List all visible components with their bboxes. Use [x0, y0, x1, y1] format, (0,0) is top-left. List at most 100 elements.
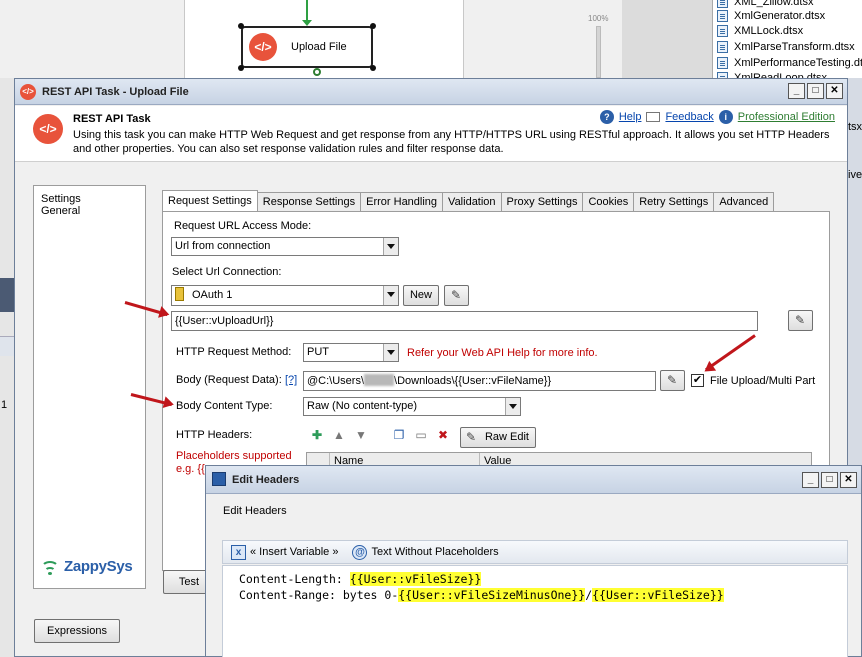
chevron-down-icon: [383, 238, 398, 255]
background-text: tsx: [848, 121, 862, 133]
tab-error-handling[interactable]: Error Handling: [360, 192, 444, 212]
edit-headers-titlebar[interactable]: Edit Headers _ □ ✕: [206, 466, 861, 494]
body-help-link[interactable]: [?]: [285, 374, 297, 386]
expressions-button[interactable]: Expressions: [34, 619, 120, 643]
panel-splitter: [622, 0, 712, 78]
edit-connection-button[interactable]: [444, 285, 469, 306]
explorer-file[interactable]: XmlPerformanceTesting.dtsx: [717, 55, 862, 71]
tree-item-general[interactable]: General: [41, 205, 80, 217]
placeholder-highlight: {{User::vFileSizeMinusOne}}: [398, 588, 586, 602]
rest-api-logo-icon: </>: [33, 114, 63, 144]
content-type-select[interactable]: Raw (No content-type): [303, 397, 521, 416]
headers-toolbar: ✚ ▲ ▼ ❐ ▭ ✖: [309, 427, 451, 443]
close-button[interactable]: ✕: [826, 83, 843, 99]
help-icon: ?: [599, 110, 614, 124]
url-access-mode-select[interactable]: Url from connection: [171, 237, 399, 256]
url-input[interactable]: {{User::vUploadUrl}}: [171, 311, 758, 331]
precedence-arrow: [302, 0, 312, 26]
tab-cookies[interactable]: Cookies: [582, 192, 635, 212]
editor-toolbar: x « Insert Variable » @ Text Without Place…: [222, 540, 848, 564]
maximize-button[interactable]: □: [821, 472, 838, 488]
dtsx-file-icon: [717, 25, 728, 37]
window-icon: [212, 472, 226, 486]
upload-file-task[interactable]: </> Upload File: [241, 26, 373, 68]
tab-request-settings[interactable]: Request Settings: [162, 190, 258, 212]
settings-tree: Settings General ZappySys: [33, 185, 146, 589]
file-upload-label: File Upload/Multi Part: [710, 375, 816, 387]
dialog-header: </> REST API Task Using this task you ca…: [15, 106, 847, 162]
placeholder-highlight: {{User::vFileSize}}: [592, 588, 724, 602]
header-description: Using this task you can make HTTP Web Re…: [73, 129, 830, 155]
feedback-icon: [646, 112, 661, 122]
explorer-file[interactable]: XmlParseTransform.dtsx: [717, 39, 855, 55]
edition-link[interactable]: Professional Edition: [738, 111, 835, 123]
move-up-icon[interactable]: ▲: [331, 427, 347, 443]
header-title: REST API Task: [73, 113, 151, 125]
feedback-link[interactable]: Feedback: [665, 111, 713, 123]
dtsx-file-icon: [717, 57, 728, 69]
url-access-mode-label: Request URL Access Mode:: [174, 220, 312, 232]
explorer-file[interactable]: XMLLock.dtsx: [717, 23, 803, 39]
body-input[interactable]: @C:\Users\ \Downloads\{{User::vFileName}}: [303, 371, 656, 391]
help-link[interactable]: Help: [619, 111, 642, 123]
http-method-select[interactable]: PUT: [303, 343, 399, 362]
raw-edit-button[interactable]: ✎ Raw Edit: [460, 427, 536, 448]
dtsx-file-icon: [717, 0, 728, 8]
task-label: Upload File: [291, 41, 347, 53]
resize-handle[interactable]: [238, 65, 244, 71]
maximize-button[interactable]: □: [807, 83, 824, 99]
tab-validation[interactable]: Validation: [442, 192, 502, 212]
tab-advanced[interactable]: Advanced: [713, 192, 775, 212]
content-type-label: Body Content Type:: [176, 400, 273, 412]
zoom-slider[interactable]: 100%: [588, 12, 612, 78]
chevron-down-icon: [505, 398, 520, 415]
placeholder-highlight: {{User::vFileSize}}: [349, 572, 482, 586]
tab-retry-settings[interactable]: Retry Settings: [633, 192, 715, 212]
tab-proxy-settings[interactable]: Proxy Settings: [500, 192, 584, 212]
dtsx-file-icon: [717, 41, 728, 53]
edit-headers-title: Edit Headers: [232, 473, 300, 486]
file-upload-checkbox[interactable]: ✔: [691, 374, 704, 387]
background-text: 1: [1, 399, 8, 411]
headers-text-editor[interactable]: Content-Length: {{User::vFileSize}} Cont…: [222, 565, 848, 657]
at-icon: @: [352, 544, 368, 560]
paste-icon[interactable]: ▭: [413, 427, 429, 443]
move-down-icon[interactable]: ▼: [353, 427, 369, 443]
close-button[interactable]: ✕: [840, 472, 857, 488]
zappysys-logo: ZappySys: [40, 558, 133, 575]
text-without-placeholders-button[interactable]: @ Text Without Placeholders: [352, 544, 499, 560]
resize-handle[interactable]: [370, 23, 376, 29]
tab-strip: Request Settings Response Settings Error…: [162, 190, 775, 212]
info-icon: i: [718, 110, 733, 124]
wifi-icon: [40, 559, 60, 575]
url-connection-select[interactable]: OAuth 1: [171, 285, 399, 306]
copy-icon[interactable]: ❐: [391, 427, 407, 443]
chevron-down-icon: [383, 344, 398, 361]
background-text: ive: [848, 169, 862, 181]
add-icon[interactable]: ✚: [309, 427, 325, 443]
resize-handle[interactable]: [370, 65, 376, 71]
chevron-down-icon: [383, 286, 398, 305]
minimize-button[interactable]: _: [788, 83, 805, 99]
edit-headers-subtitle: Edit Headers: [223, 505, 287, 517]
insert-variable-button[interactable]: x « Insert Variable »: [231, 544, 338, 560]
dialog-title: REST API Task - Upload File: [42, 85, 189, 98]
body-label: Body (Request Data):: [176, 374, 282, 386]
minimize-button[interactable]: _: [802, 472, 819, 488]
dialog-titlebar[interactable]: </> REST API Task - Upload File _ □ ✕: [15, 79, 847, 105]
redacted-username: [364, 374, 395, 386]
edit-body-button[interactable]: [660, 370, 685, 391]
explorer-file[interactable]: XmlGenerator.dtsx: [717, 8, 825, 24]
tab-response-settings[interactable]: Response Settings: [256, 192, 362, 212]
zoom-track[interactable]: [596, 26, 601, 78]
edit-url-button[interactable]: [788, 310, 813, 331]
method-hint: Refer your Web API Help for more info.: [407, 347, 598, 359]
delete-icon[interactable]: ✖: [435, 427, 451, 443]
zoom-label: 100%: [588, 14, 609, 23]
new-connection-button[interactable]: New: [403, 285, 439, 306]
resize-handle[interactable]: [238, 23, 244, 29]
output-connector[interactable]: [313, 68, 321, 76]
left-background-strip: 1: [0, 78, 14, 657]
background-header: [0, 336, 14, 356]
tree-item-settings[interactable]: Settings: [41, 193, 81, 205]
